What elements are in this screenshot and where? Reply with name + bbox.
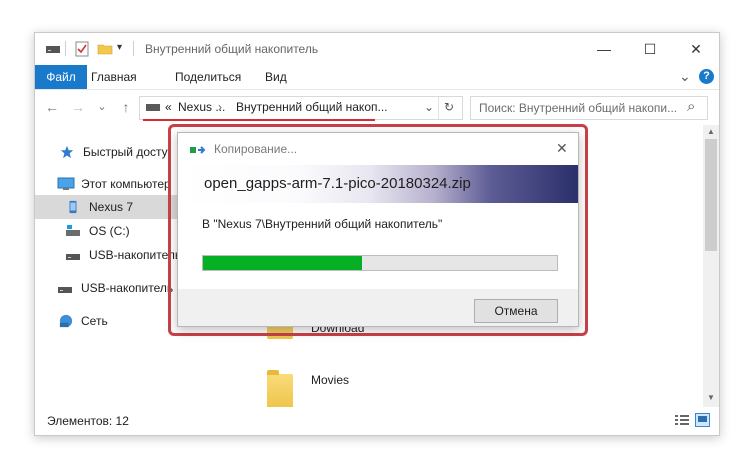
- scrollbar-thumb[interactable]: [705, 139, 717, 251]
- list-item[interactable]: Movies: [267, 366, 567, 408]
- folder-name: Movies: [311, 373, 350, 387]
- divider: [65, 41, 66, 56]
- phone-icon: [69, 200, 77, 214]
- items-count: Элементов: 12: [47, 414, 129, 428]
- file-name: open_gapps-arm-7.1-pico-20180324.zip: [204, 175, 471, 192]
- divider: [438, 97, 439, 119]
- window-title: Внутренний общий накопитель: [145, 42, 319, 56]
- computer-icon: [57, 177, 75, 190]
- dialog-title-bar: Копирование... ✕: [178, 133, 578, 165]
- up-button[interactable]: ↑: [117, 98, 135, 116]
- address-overflow-icon[interactable]: «: [165, 100, 172, 114]
- dialog-title: Копирование...: [214, 142, 298, 156]
- tab-share[interactable]: Поделиться: [165, 65, 251, 89]
- help-icon[interactable]: ?: [699, 69, 714, 84]
- details-view-icon[interactable]: [675, 414, 689, 426]
- dialog-body: В "Nexus 7\Внутренний общий накопитель": [178, 203, 578, 289]
- title-bar: ▾ Внутренний общий накопитель — ☐ ✕: [35, 33, 719, 65]
- sidebar-item-label: Nexus 7: [89, 200, 134, 214]
- recent-locations-button[interactable]: ⌄: [93, 98, 111, 116]
- drive-icon: [66, 225, 80, 236]
- dialog-close-icon[interactable]: ✕: [556, 140, 568, 157]
- drive-icon: [46, 46, 60, 53]
- usb-drive-icon: [58, 287, 72, 293]
- large-icons-view-icon[interactable]: [695, 413, 710, 427]
- folder-icon: [267, 370, 293, 408]
- expand-ribbon-icon[interactable]: ⌄: [679, 68, 691, 85]
- sidebar-item-label: Этот компьютер: [81, 177, 171, 191]
- copy-destination: В "Nexus 7\Внутренний общий накопитель": [202, 217, 443, 231]
- properties-icon[interactable]: [75, 41, 89, 57]
- status-bar: Элементов: 12: [35, 407, 719, 435]
- divider: [133, 41, 134, 56]
- cancel-button[interactable]: Отмена: [474, 299, 558, 323]
- customize-toolbar-icon[interactable]: ▾: [117, 42, 122, 53]
- search-placeholder: Поиск: Внутренний общий накопи...: [479, 101, 678, 115]
- refresh-icon[interactable]: ↻: [444, 100, 454, 114]
- back-button[interactable]: ←: [43, 98, 61, 116]
- new-folder-icon[interactable]: [97, 43, 113, 55]
- drive-icon: [146, 104, 160, 111]
- close-icon: ✕: [690, 40, 702, 57]
- progress-fill: [203, 256, 363, 270]
- breadcrumb-internal-storage[interactable]: Внутренний общий накоп...: [236, 100, 388, 114]
- star-icon: [60, 145, 74, 159]
- breadcrumb-separator-icon: ›: [218, 100, 222, 114]
- search-icon: ⌕: [687, 98, 696, 115]
- tab-home[interactable]: Главная: [81, 65, 147, 89]
- address-dropdown-icon[interactable]: ⌄: [424, 100, 434, 114]
- minimize-icon: —: [597, 41, 611, 57]
- maximize-button[interactable]: ☐: [627, 33, 673, 65]
- maximize-icon: ☐: [643, 40, 657, 57]
- sidebar-item-label: OS (C:): [89, 224, 130, 238]
- scroll-up-icon[interactable]: ▲: [707, 127, 715, 136]
- navigation-bar: ← → ⌄ ↑ « Nexus ... › Внутренний общий н…: [35, 90, 719, 124]
- usb-drive-icon: [66, 254, 80, 260]
- search-input[interactable]: Поиск: Внутренний общий накопи... ⌕: [470, 96, 708, 120]
- copy-progress-bar: [202, 255, 558, 271]
- sidebar-item-label: Сеть: [81, 314, 108, 328]
- close-button[interactable]: ✕: [673, 33, 719, 65]
- network-icon: [59, 314, 73, 328]
- address-bar[interactable]: « Nexus ... › Внутренний общий накоп... …: [139, 96, 463, 120]
- tab-view[interactable]: Вид: [255, 65, 297, 89]
- copy-dialog-highlight: Копирование... ✕ open_gapps-arm-7.1-pico…: [168, 124, 588, 336]
- copy-icon: [190, 146, 206, 154]
- ribbon-tabs: Файл Главная Поделиться Вид ⌄ ?: [35, 65, 719, 90]
- vertical-scrollbar[interactable]: ▲ ▼: [703, 125, 719, 407]
- minimize-button[interactable]: —: [581, 33, 627, 65]
- copy-dialog: Копирование... ✕ open_gapps-arm-7.1-pico…: [177, 132, 579, 327]
- tab-file[interactable]: Файл: [35, 65, 87, 89]
- scroll-down-icon[interactable]: ▼: [707, 393, 715, 402]
- forward-button[interactable]: →: [69, 98, 87, 116]
- dialog-header-banner: open_gapps-arm-7.1-pico-20180324.zip: [178, 165, 578, 203]
- sidebar-item-label: Быстрый досту: [83, 145, 168, 159]
- highlight-underline: [143, 119, 375, 121]
